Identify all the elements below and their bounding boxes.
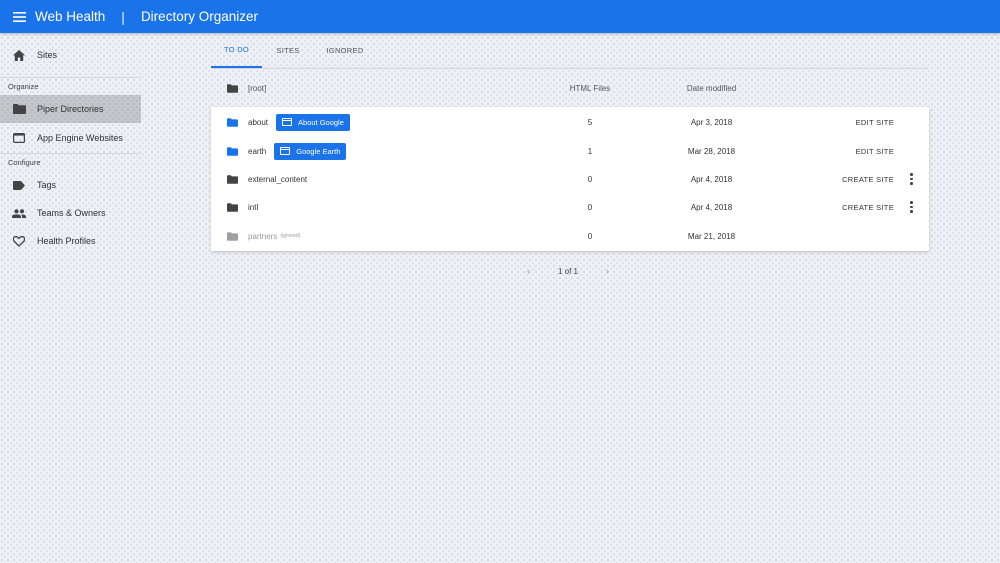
ignored-tag: (ignored)	[280, 233, 301, 239]
sidebar-item-label: Teams & Owners	[37, 208, 106, 218]
folder-icon	[227, 231, 238, 241]
directory-name[interactable]: earth	[248, 147, 266, 156]
sidebar-item-label: Piper Directories	[37, 104, 104, 114]
html-files-count: 0	[587, 174, 593, 184]
edit-site-button[interactable]: EDIT SITE	[856, 147, 894, 156]
directory-name[interactable]: external_content	[248, 175, 307, 184]
site-chip-label: Google Earth	[296, 146, 341, 156]
root-label[interactable]: [root]	[248, 84, 266, 93]
name-cell: about About Google	[211, 113, 551, 131]
sidebar-item-app-engine-websites[interactable]: App Engine Websites	[0, 123, 141, 153]
site-chip-button[interactable]: About Google	[276, 113, 350, 131]
create-site-button[interactable]: CREATE SITE	[842, 175, 894, 184]
date-modified: Apr 4, 2018	[690, 202, 733, 212]
tab-todo[interactable]: TO DO	[211, 33, 262, 68]
create-site-button[interactable]: CREATE SITE	[842, 203, 894, 212]
folder-icon	[12, 102, 26, 116]
browser-window-icon	[12, 131, 26, 145]
next-page-button[interactable]: ›	[606, 266, 609, 276]
column-header-html-files: HTML Files	[569, 83, 611, 93]
directory-name[interactable]: about	[248, 118, 268, 127]
tab-bar: TO DO SITES IGNORED	[211, 33, 929, 69]
sidebar-section-configure: Configure	[0, 153, 141, 171]
sidebar-section-organize: Organize	[0, 77, 141, 95]
folder-icon	[227, 174, 238, 184]
sidebar-item-teams-owners[interactable]: Teams & Owners	[0, 199, 141, 227]
folder-icon	[227, 83, 238, 93]
folder-icon	[227, 117, 238, 127]
home-icon	[12, 48, 26, 62]
date-modified: Apr 3, 2018	[690, 117, 733, 127]
name-cell: earth Google Earth	[211, 142, 551, 160]
main-content: TO DO SITES IGNORED [root] HTML Files Da…	[211, 33, 929, 291]
sidebar: Sites Organize Piper Directories App Eng…	[0, 33, 141, 563]
name-cell: partners (ignored)	[211, 232, 551, 241]
more-vert-icon[interactable]	[907, 172, 917, 186]
html-files-count: 1	[587, 146, 593, 156]
column-header-date-modified: Date modified	[686, 83, 737, 93]
pagination: ‹ 1 of 1 ›	[211, 251, 925, 291]
more-vert-icon[interactable]	[907, 200, 917, 214]
website-icon	[282, 118, 293, 126]
directory-table: about About Google 5 Apr 3, 2018 EDIT SI…	[211, 107, 929, 251]
sidebar-item-label: Sites	[37, 50, 58, 60]
app-bar: Web Health | Directory Organizer	[0, 0, 1000, 33]
sidebar-item-label: Tags	[37, 180, 57, 190]
date-modified: Mar 28, 2018	[687, 146, 736, 156]
name-cell: external_content	[211, 175, 551, 184]
date-modified: Mar 21, 2018	[687, 231, 736, 241]
folder-icon	[227, 146, 238, 156]
name-cell: intl	[211, 203, 551, 212]
tag-icon	[12, 178, 26, 192]
sidebar-item-label: App Engine Websites	[37, 133, 123, 143]
heart-icon	[12, 234, 26, 248]
root-cell: [root]	[211, 84, 551, 93]
table-row: intl 0 Apr 4, 2018 CREATE SITE	[211, 193, 929, 221]
sidebar-item-health-profiles[interactable]: Health Profiles	[0, 227, 141, 255]
directory-name[interactable]: partners	[248, 232, 277, 241]
sidebar-item-tags[interactable]: Tags	[0, 171, 141, 199]
table-row: about About Google 5 Apr 3, 2018 EDIT SI…	[211, 107, 929, 137]
table-header: [root] HTML Files Date modified	[211, 69, 929, 107]
hamburger-menu-icon	[12, 11, 26, 22]
app-title[interactable]: Web Health	[35, 9, 105, 24]
site-chip-label: About Google	[298, 117, 344, 127]
tab-ignored[interactable]: IGNORED	[312, 33, 378, 68]
html-files-count: 0	[587, 202, 593, 212]
title-separator: |	[121, 8, 125, 25]
website-icon	[280, 147, 291, 155]
sidebar-item-label: Health Profiles	[37, 236, 96, 246]
html-files-count: 5	[587, 117, 593, 127]
sidebar-item-sites[interactable]: Sites	[0, 33, 141, 77]
html-files-count: 0	[587, 231, 593, 241]
page-indicator: 1 of 1	[557, 266, 578, 276]
table-row: external_content 0 Apr 4, 2018 CREATE SI…	[211, 165, 929, 193]
folder-icon	[227, 202, 238, 212]
sidebar-item-piper-directories[interactable]: Piper Directories	[0, 95, 141, 123]
date-modified: Apr 4, 2018	[690, 174, 733, 184]
table-row: earth Google Earth 1 Mar 28, 2018 EDIT S…	[211, 137, 929, 165]
edit-site-button[interactable]: EDIT SITE	[856, 118, 894, 127]
menu-button[interactable]	[7, 5, 31, 29]
page-title: Directory Organizer	[140, 9, 258, 24]
people-icon	[12, 206, 26, 220]
table-row: partners (ignored) 0 Mar 21, 2018	[211, 221, 929, 251]
prev-page-button[interactable]: ‹	[527, 266, 530, 276]
directory-name[interactable]: intl	[248, 203, 258, 212]
site-chip-button[interactable]: Google Earth	[274, 142, 347, 160]
tab-sites[interactable]: SITES	[264, 33, 312, 68]
